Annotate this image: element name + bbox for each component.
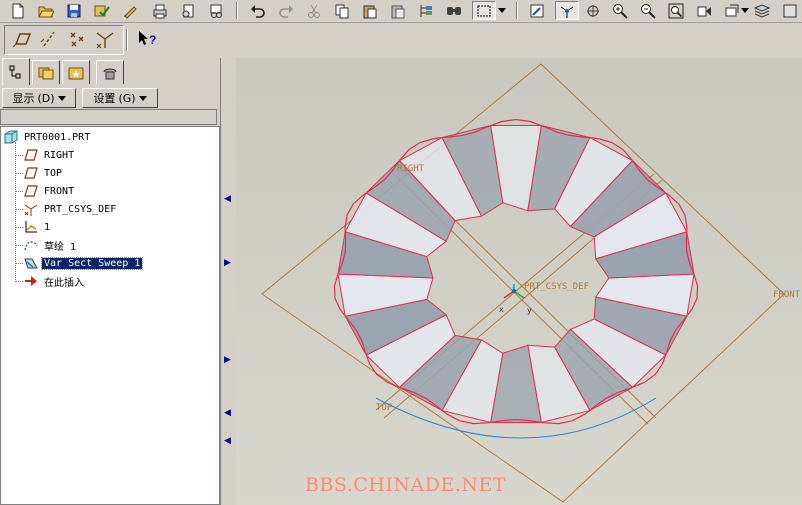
tree-item-insert-here[interactable]: 在此插入 [24,273,86,289]
csys-axis-x-label: x [499,305,504,314]
model-tree-header-strip [0,109,217,125]
zoom-out-icon[interactable] [638,1,658,20]
show-menu-accel: (D) [37,91,55,105]
send-mail-icon[interactable] [178,1,198,20]
tree-item-label: PRT0001.PRT [24,131,91,143]
tree-item-label: PRT_CSYS_DEF [44,203,117,215]
tree-item-front[interactable]: FRONT [24,183,76,199]
tree-item-label: RIGHT [44,149,75,161]
context-help-icon[interactable]: ? [134,26,160,52]
connections-tab[interactable] [96,60,124,84]
spin-center-icon[interactable] [555,1,579,20]
datum-label-top: TOP [376,403,393,413]
tree-item-graph[interactable]: 1 [24,219,52,235]
csys-label: PRT_CSYS_DEF [524,282,589,292]
new-icon[interactable] [8,1,28,20]
tree-item-label: FRONT [44,185,75,197]
search-icon[interactable] [444,1,464,20]
zoom-in-icon[interactable] [610,1,630,20]
save-icon[interactable] [64,1,84,20]
view-manager-icon[interactable] [694,1,714,20]
tree-item-label: TOP [44,167,63,179]
datum-axis-display-icon[interactable] [36,26,62,52]
datum-display-toolbar: ? [0,23,232,57]
part-icon [4,130,18,144]
chevron-down-icon [57,95,66,101]
collapse-left-icon[interactable]: ◀ [224,408,231,418]
sketch-icon [24,241,38,251]
favorites-tab[interactable] [62,60,90,84]
redo-icon[interactable] [276,1,296,20]
model-tree-icon[interactable] [416,1,436,20]
folder-browser-tab[interactable] [32,60,60,84]
tree-item-label: 在此插入 [44,277,84,289]
tree-item-right[interactable]: RIGHT [24,147,76,163]
model-display-icon[interactable] [780,1,800,20]
copy-icon[interactable] [332,1,352,20]
select-box-icon[interactable] [472,1,496,20]
datum-label-front: FRONT [773,290,801,300]
refit-icon[interactable] [666,1,686,20]
datum-plane-display-icon[interactable] [8,26,34,52]
var-sect-sweep-body[interactable] [333,118,699,425]
close-window-icon[interactable] [206,1,226,20]
repaint-icon[interactable] [527,1,547,20]
csys-display-icon[interactable] [92,26,118,52]
settings-menu-label: 设置 [93,92,116,105]
main-toolbar [0,0,802,23]
orient-icon[interactable] [583,1,603,20]
tree-item-top[interactable]: TOP [24,165,64,181]
saved-views-icon[interactable] [722,1,742,20]
csys-axis-y-label: y [527,306,532,315]
navigator-tabs [0,58,232,85]
panel-splitter[interactable]: ◀ ▶ ▶ ◀ ◀ [220,58,234,505]
tree-item-var-sect-sweep[interactable]: Var Sect Sweep 1 [24,255,144,271]
model-tree-menubar: 显示 (D) 设置 (G) [0,87,220,109]
tree-item-csys[interactable]: PRT_CSYS_DEF [24,201,118,217]
chevron-down-icon [138,95,147,101]
undo-icon[interactable] [248,1,268,20]
model-view[interactable]: RIGHT FRONT TOP PRT_CSYS_DEF x y [236,58,802,505]
settings-menu-accel: (G) [118,91,136,105]
print-icon[interactable] [150,1,170,20]
tree-connector [15,142,16,282]
open-icon[interactable] [36,1,56,20]
paste-icon[interactable] [360,1,380,20]
tree-item-sketch[interactable]: 草绘 1 [24,237,78,253]
tree-item-label: 1 [44,221,51,233]
datum-plane-icon [24,149,38,161]
csys-icon [24,204,38,216]
datum-plane-icon [24,167,38,179]
graphics-window[interactable]: RIGHT FRONT TOP PRT_CSYS_DEF x y [236,58,802,505]
chevron-down-icon[interactable] [497,1,507,20]
model-tree-tab[interactable] [2,58,30,85]
expand-right-icon[interactable]: ▶ [224,258,231,268]
show-menu-label: 显示 [12,92,35,105]
paste-special-icon[interactable] [388,1,408,20]
svg-text:?: ? [149,33,156,47]
var-sect-sweep-icon [24,258,38,269]
tree-item-part[interactable]: PRT0001.PRT [4,129,92,145]
tree-item-label: Var Sect Sweep 1 [40,256,144,270]
csys-marker: PRT_CSYS_DEF x y [499,282,589,315]
insert-here-arrow-icon [25,276,37,286]
datum-label-right: RIGHT [397,164,425,174]
regenerate-icon[interactable] [120,1,140,20]
expand-right-icon[interactable]: ▶ [224,355,231,365]
settings-menu[interactable]: 设置 (G) [82,88,158,108]
collapse-left-icon[interactable]: ◀ [224,194,231,204]
chevron-down-icon[interactable] [740,1,750,20]
datum-plane-icon [24,185,38,197]
tree-item-label: 草绘 1 [44,241,77,253]
collapse-left-icon[interactable]: ◀ [224,436,231,446]
watermark: BBS.CHINADE.NET [305,474,507,496]
save-as-icon[interactable] [92,1,112,20]
point-display-icon[interactable] [64,26,90,52]
layers-icon[interactable] [752,1,772,20]
graph-icon [25,221,37,233]
cut-icon[interactable] [304,1,324,20]
show-menu[interactable]: 显示 (D) [2,88,76,108]
